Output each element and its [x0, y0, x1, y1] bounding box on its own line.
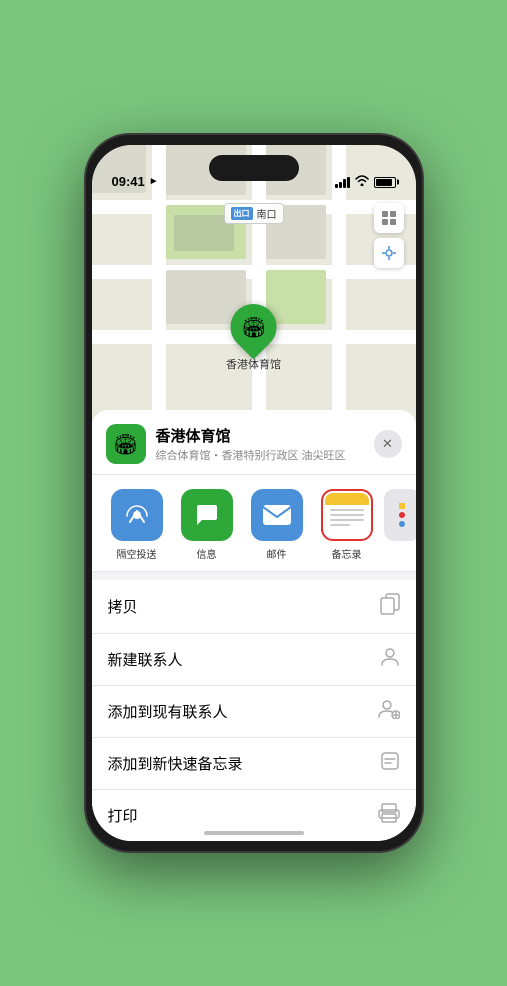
airdrop-icon-circle [111, 489, 163, 541]
airdrop-label: 隔空投送 [117, 546, 157, 561]
venue-name: 香港体育馆 [156, 425, 364, 446]
new-contact-icon [380, 647, 400, 672]
copy-icon [380, 593, 400, 620]
time-display: 09:41 [112, 174, 145, 189]
stadium-icon: 🏟 [241, 314, 266, 339]
map-label-badge: 出口 [231, 207, 253, 220]
map-type-button[interactable] [374, 203, 404, 233]
copy-label: 拷贝 [108, 596, 138, 617]
messages-icon-circle [181, 489, 233, 541]
share-more[interactable] [382, 489, 416, 561]
print-label: 打印 [108, 805, 138, 826]
signal-bars-icon [335, 177, 350, 188]
share-airdrop[interactable]: 隔空投送 [102, 489, 172, 561]
dynamic-island [209, 155, 299, 181]
quick-note-label: 添加到新快速备忘录 [108, 753, 243, 774]
close-button[interactable]: ✕ [374, 430, 402, 458]
quick-note-icon [380, 751, 400, 776]
wifi-icon [355, 175, 369, 189]
venue-header: 🏟 香港体育馆 综合体育馆・香港特别行政区 油尖旺区 ✕ [92, 410, 416, 475]
location-button[interactable] [374, 238, 404, 268]
action-quick-note[interactable]: 添加到新快速备忘录 [92, 738, 416, 790]
status-icons [335, 175, 396, 189]
marker-pin: 🏟 [221, 294, 286, 359]
share-icons-row: 隔空投送 信息 [92, 475, 416, 572]
action-new-contact[interactable]: 新建联系人 [92, 634, 416, 686]
messages-label: 信息 [197, 546, 217, 561]
phone-frame: 09:41 ► [84, 133, 424, 853]
print-icon [378, 803, 400, 828]
action-add-existing[interactable]: 添加到现有联系人 [92, 686, 416, 738]
map-label-text: 南口 [257, 206, 277, 221]
map-label: 出口 南口 [224, 203, 284, 224]
phone-screen: 09:41 ► [92, 145, 416, 841]
map-controls[interactable] [374, 203, 404, 268]
location-arrow-icon: ► [149, 176, 159, 187]
venue-icon: 🏟 [106, 424, 146, 464]
share-messages[interactable]: 信息 [172, 489, 242, 561]
close-icon: ✕ [382, 436, 393, 452]
add-existing-label: 添加到现有联系人 [108, 701, 228, 722]
share-mail[interactable]: 邮件 [242, 489, 312, 561]
bottom-sheet: 🏟 香港体育馆 综合体育馆・香港特别行政区 油尖旺区 ✕ [92, 410, 416, 841]
venue-subtitle: 综合体育馆・香港特别行政区 油尖旺区 [156, 447, 364, 463]
mail-icon-circle [251, 489, 303, 541]
more-icon-circle [384, 489, 416, 541]
action-list: 拷贝 新建联系人 [92, 580, 416, 841]
new-contact-label: 新建联系人 [108, 649, 183, 670]
stadium-marker[interactable]: 🏟 香港体育馆 [226, 304, 281, 372]
notes-icon-circle [321, 489, 373, 541]
home-indicator [204, 831, 304, 835]
notes-label: 备忘录 [332, 546, 362, 561]
share-notes[interactable]: 备忘录 [312, 489, 382, 561]
battery-icon [374, 177, 396, 188]
action-copy[interactable]: 拷贝 [92, 580, 416, 634]
mail-label: 邮件 [267, 546, 287, 561]
venue-info: 香港体育馆 综合体育馆・香港特别行政区 油尖旺区 [156, 425, 364, 463]
status-time: 09:41 ► [112, 174, 159, 189]
add-existing-icon [378, 699, 400, 724]
